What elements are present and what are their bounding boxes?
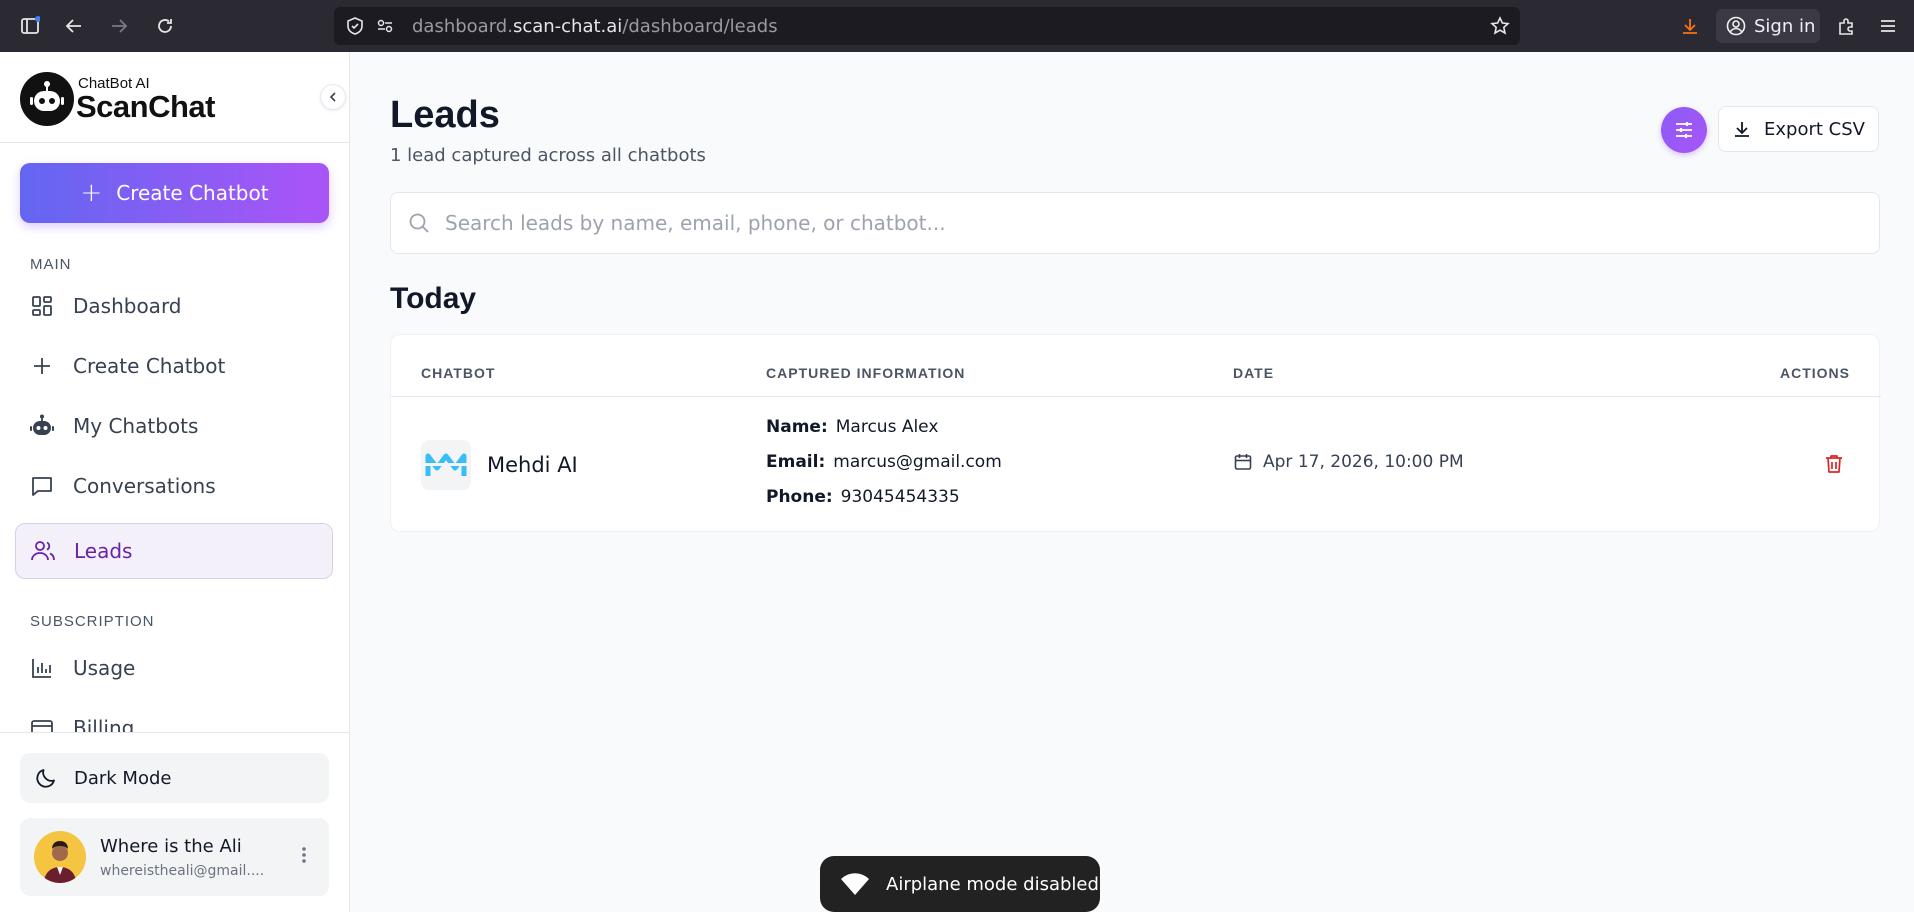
sidebar-item-leads[interactable]: Leads — [15, 523, 333, 579]
sidebar-item-my-chatbots[interactable]: My Chatbots — [15, 398, 333, 454]
reload-icon[interactable] — [153, 14, 177, 38]
users-icon — [30, 538, 56, 564]
create-chatbot-label: Create Chatbot — [116, 181, 269, 205]
search-icon — [407, 211, 431, 235]
toast-message: Airplane mode disabled — [886, 873, 1099, 895]
sidebar-item-label: Billing — [73, 716, 135, 732]
column-header-captured-information: CAPTURED INFORMATION — [766, 365, 966, 381]
site-permissions-icon[interactable] — [376, 17, 394, 35]
lead-phone: 93045454335 — [840, 487, 960, 507]
logo-wordmark: ScanChat — [76, 89, 215, 124]
export-csv-label: Export CSV — [1764, 118, 1865, 140]
table-header-divider — [391, 396, 1881, 397]
url-prefix: dashboard. — [412, 16, 513, 37]
captured-info-cell: Name: Marcus Alex Email: marcus@gmail.com … — [766, 415, 1002, 520]
user-name: Where is the Ali — [100, 835, 242, 857]
sidebar-item-label: Leads — [74, 539, 133, 563]
chatbot-cell: Mehdi AI — [421, 440, 578, 490]
app-logo[interactable]: ChatBot AI ScanChat — [20, 72, 215, 126]
menu-icon[interactable] — [1876, 14, 1900, 38]
url-path: /dashboard/leads — [622, 16, 778, 37]
sidebar-item-label: My Chatbots — [73, 414, 199, 438]
column-header-date: DATE — [1233, 365, 1275, 381]
sidebar-divider — [0, 142, 349, 143]
lead-email: marcus@gmail.com — [833, 452, 1002, 472]
url-text[interactable]: dashboard.scan-chat.ai/dashboard/leads — [412, 16, 778, 37]
sidebar-item-billing[interactable]: Billing — [15, 700, 333, 732]
sidebar-scroll-clip: Billing — [0, 682, 349, 732]
bar-chart-icon — [29, 655, 55, 681]
download-icon — [1732, 119, 1752, 139]
forward-icon[interactable] — [107, 14, 131, 38]
moon-icon — [34, 766, 58, 790]
sign-in-label: Sign in — [1754, 15, 1816, 37]
browser-toolbar: dashboard.scan-chat.ai/dashboard/leads S… — [0, 0, 1914, 52]
extensions-icon[interactable] — [1834, 14, 1858, 38]
wifi-icon — [840, 872, 870, 896]
card-icon — [29, 715, 55, 732]
sliders-icon — [1676, 122, 1692, 138]
sidebar-item-label: Create Chatbot — [73, 354, 226, 378]
create-chatbot-button[interactable]: + Create Chatbot — [20, 163, 329, 223]
more-vertical-icon[interactable] — [301, 846, 307, 867]
sidebar-item-create-chatbot[interactable]: Create Chatbot — [15, 338, 333, 394]
sidebar-item-conversations[interactable]: Conversations — [15, 458, 333, 514]
phone-label: Phone: — [766, 487, 833, 507]
dark-mode-toggle[interactable]: Dark Mode — [20, 753, 329, 803]
chatbot-logo — [421, 440, 471, 490]
page-title: Leads — [390, 94, 500, 136]
plus-icon: + — [80, 178, 103, 208]
email-label: Email: — [766, 452, 826, 472]
avatar — [34, 831, 86, 883]
date-cell: Apr 17, 2026, 10:00 PM — [1233, 452, 1464, 472]
export-csv-button[interactable]: Export CSV — [1718, 106, 1879, 152]
back-icon[interactable] — [62, 14, 86, 38]
search-box — [390, 192, 1880, 254]
dark-mode-label: Dark Mode — [74, 767, 172, 789]
section-label-main: MAIN — [30, 256, 72, 273]
user-email: whereistheali@gmail.... — [100, 862, 265, 879]
collapse-sidebar-button[interactable] — [320, 84, 346, 110]
column-header-actions: ACTIONS — [1780, 365, 1850, 381]
filter-button[interactable] — [1661, 107, 1707, 153]
main-content: Leads 1 lead captured across all chatbot… — [351, 52, 1914, 912]
grid-icon — [29, 293, 55, 319]
sidebar-toggle-icon[interactable] — [18, 14, 42, 38]
trash-icon — [1826, 455, 1842, 473]
sidebar-item-label: Dashboard — [73, 294, 182, 318]
sidebar-item-label: Conversations — [73, 474, 216, 498]
name-label: Name: — [766, 417, 828, 437]
user-profile-card[interactable]: Where is the Ali whereistheali@gmail.... — [20, 818, 329, 896]
sidebar-item-label: Usage — [73, 656, 136, 680]
robot-icon — [29, 413, 55, 439]
chatbot-name: Mehdi AI — [487, 453, 578, 477]
bookmark-star-icon[interactable] — [1490, 16, 1510, 36]
column-header-chatbot: CHATBOT — [421, 365, 496, 381]
leads-table: CHATBOT CAPTURED INFORMATION DATE ACTION… — [390, 334, 1881, 532]
calendar-icon — [1233, 452, 1253, 472]
page-subtitle: 1 lead captured across all chatbots — [390, 145, 706, 166]
chevron-left-icon — [329, 92, 336, 102]
sidebar: ChatBot AI ScanChat + Create Chatbot MAI… — [0, 52, 350, 912]
search-input[interactable] — [445, 211, 1845, 235]
lead-date: Apr 17, 2026, 10:00 PM — [1263, 452, 1464, 472]
toast-notification: Airplane mode disabled — [820, 856, 1100, 912]
download-icon[interactable] — [1678, 14, 1702, 38]
section-label-subscription: SUBSCRIPTION — [30, 613, 155, 630]
url-host: scan-chat.ai — [512, 16, 623, 37]
sidebar-divider — [0, 732, 349, 733]
sign-in-button[interactable]: Sign in — [1716, 9, 1820, 43]
shield-icon[interactable] — [346, 17, 364, 35]
account-icon — [1726, 16, 1746, 36]
lead-name: Marcus Alex — [835, 417, 939, 437]
chat-icon — [29, 473, 55, 499]
delete-lead-button[interactable] — [1821, 451, 1847, 477]
robot-logo-icon — [20, 72, 74, 126]
date-group-title: Today — [390, 282, 477, 315]
address-bar[interactable]: dashboard.scan-chat.ai/dashboard/leads — [334, 7, 1520, 45]
plus-icon — [29, 353, 55, 379]
sidebar-item-dashboard[interactable]: Dashboard — [15, 278, 333, 334]
